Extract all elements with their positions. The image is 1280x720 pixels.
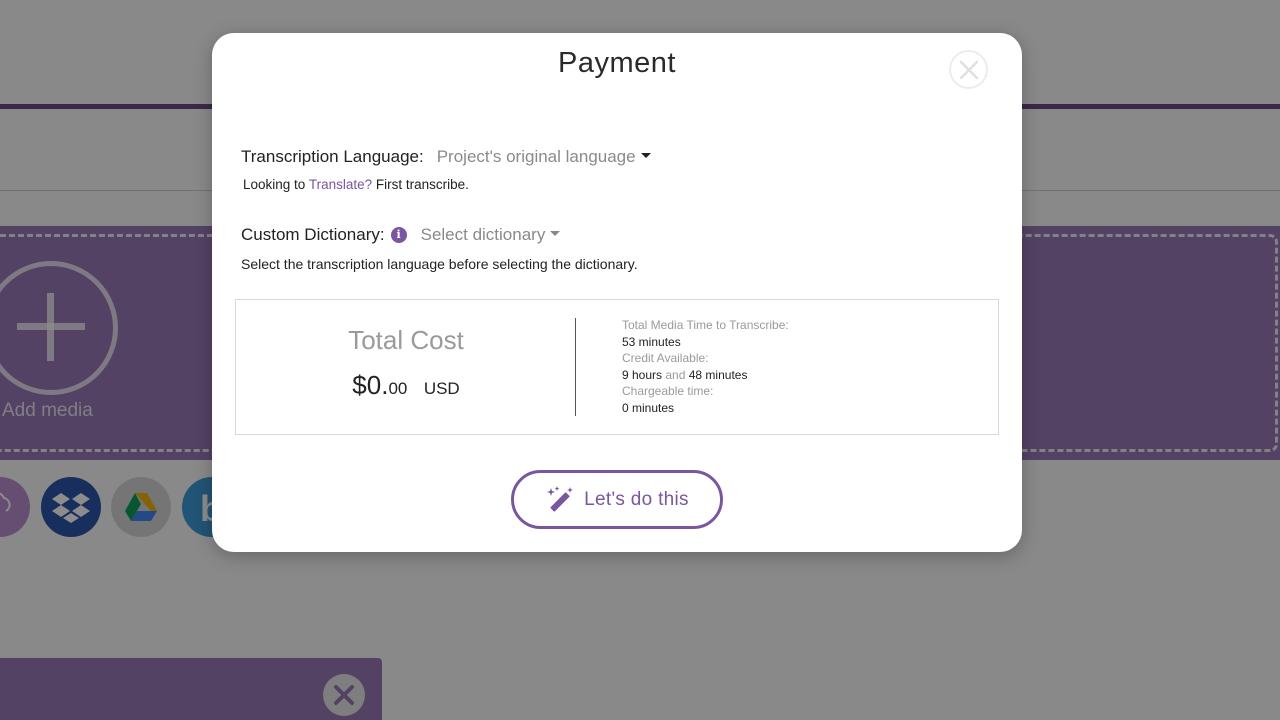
dictionary-note: Select the transcription language before… bbox=[241, 256, 638, 272]
close-icon bbox=[959, 60, 979, 80]
custom-dictionary-label: Custom Dictionary: bbox=[241, 225, 385, 244]
custom-dictionary-row: Custom Dictionary: i Select dictionary bbox=[241, 225, 561, 245]
currency: USD bbox=[423, 379, 460, 398]
close-modal-button[interactable] bbox=[949, 50, 988, 89]
info-icon[interactable]: i bbox=[390, 227, 407, 243]
chargeable-value: 0 minutes bbox=[622, 400, 675, 415]
modal-title: Payment bbox=[558, 47, 676, 79]
translate-link[interactable]: Translate? bbox=[309, 177, 372, 192]
media-time-value: 53 minutes bbox=[622, 334, 681, 349]
chevron-down-icon bbox=[640, 152, 651, 158]
dictionary-select[interactable]: Select dictionary bbox=[421, 225, 561, 245]
media-time-label: Total Media Time to Transcribe: bbox=[622, 318, 789, 332]
credit-hours: 9 hours bbox=[622, 367, 663, 382]
credit-and: and bbox=[665, 367, 686, 382]
amount-cents: 00 bbox=[388, 379, 408, 398]
transcription-language-row: Transcription Language: Project's origin… bbox=[241, 147, 651, 167]
lets-do-this-button[interactable]: Let's do this bbox=[511, 470, 723, 529]
cost-details: Total Media Time to Transcribe: 53 minut… bbox=[622, 317, 789, 416]
credit-minutes: 48 minutes bbox=[688, 367, 748, 382]
credit-value: 9 hours and 48 minutes bbox=[622, 367, 789, 384]
dictionary-placeholder: Select dictionary bbox=[420, 225, 546, 244]
transcription-language-select[interactable]: Project's original language bbox=[437, 147, 651, 167]
magic-wand-icon bbox=[547, 485, 574, 511]
credit-label: Credit Available: bbox=[622, 351, 709, 365]
translate-hint: Looking to Translate? First transcribe. bbox=[243, 177, 469, 192]
transcription-language-value: Project's original language bbox=[436, 147, 636, 166]
chargeable-label: Chargeable time: bbox=[622, 384, 714, 398]
amount-main: $0. bbox=[352, 370, 389, 400]
cost-divider bbox=[575, 318, 576, 416]
translate-hint-prefix: Looking to bbox=[243, 177, 306, 192]
cost-summary: Total Cost $0.00 USD Total Media Time to… bbox=[235, 299, 999, 435]
translate-hint-suffix: First transcribe. bbox=[375, 177, 469, 192]
cta-label: Let's do this bbox=[584, 488, 689, 510]
total-cost-amount: $0.00 USD bbox=[236, 370, 576, 401]
transcription-language-label: Transcription Language: bbox=[241, 147, 424, 166]
total-cost-title: Total Cost bbox=[348, 325, 464, 355]
chevron-down-icon bbox=[550, 230, 561, 236]
payment-modal: Payment Transcription Language: Project'… bbox=[212, 33, 1022, 552]
